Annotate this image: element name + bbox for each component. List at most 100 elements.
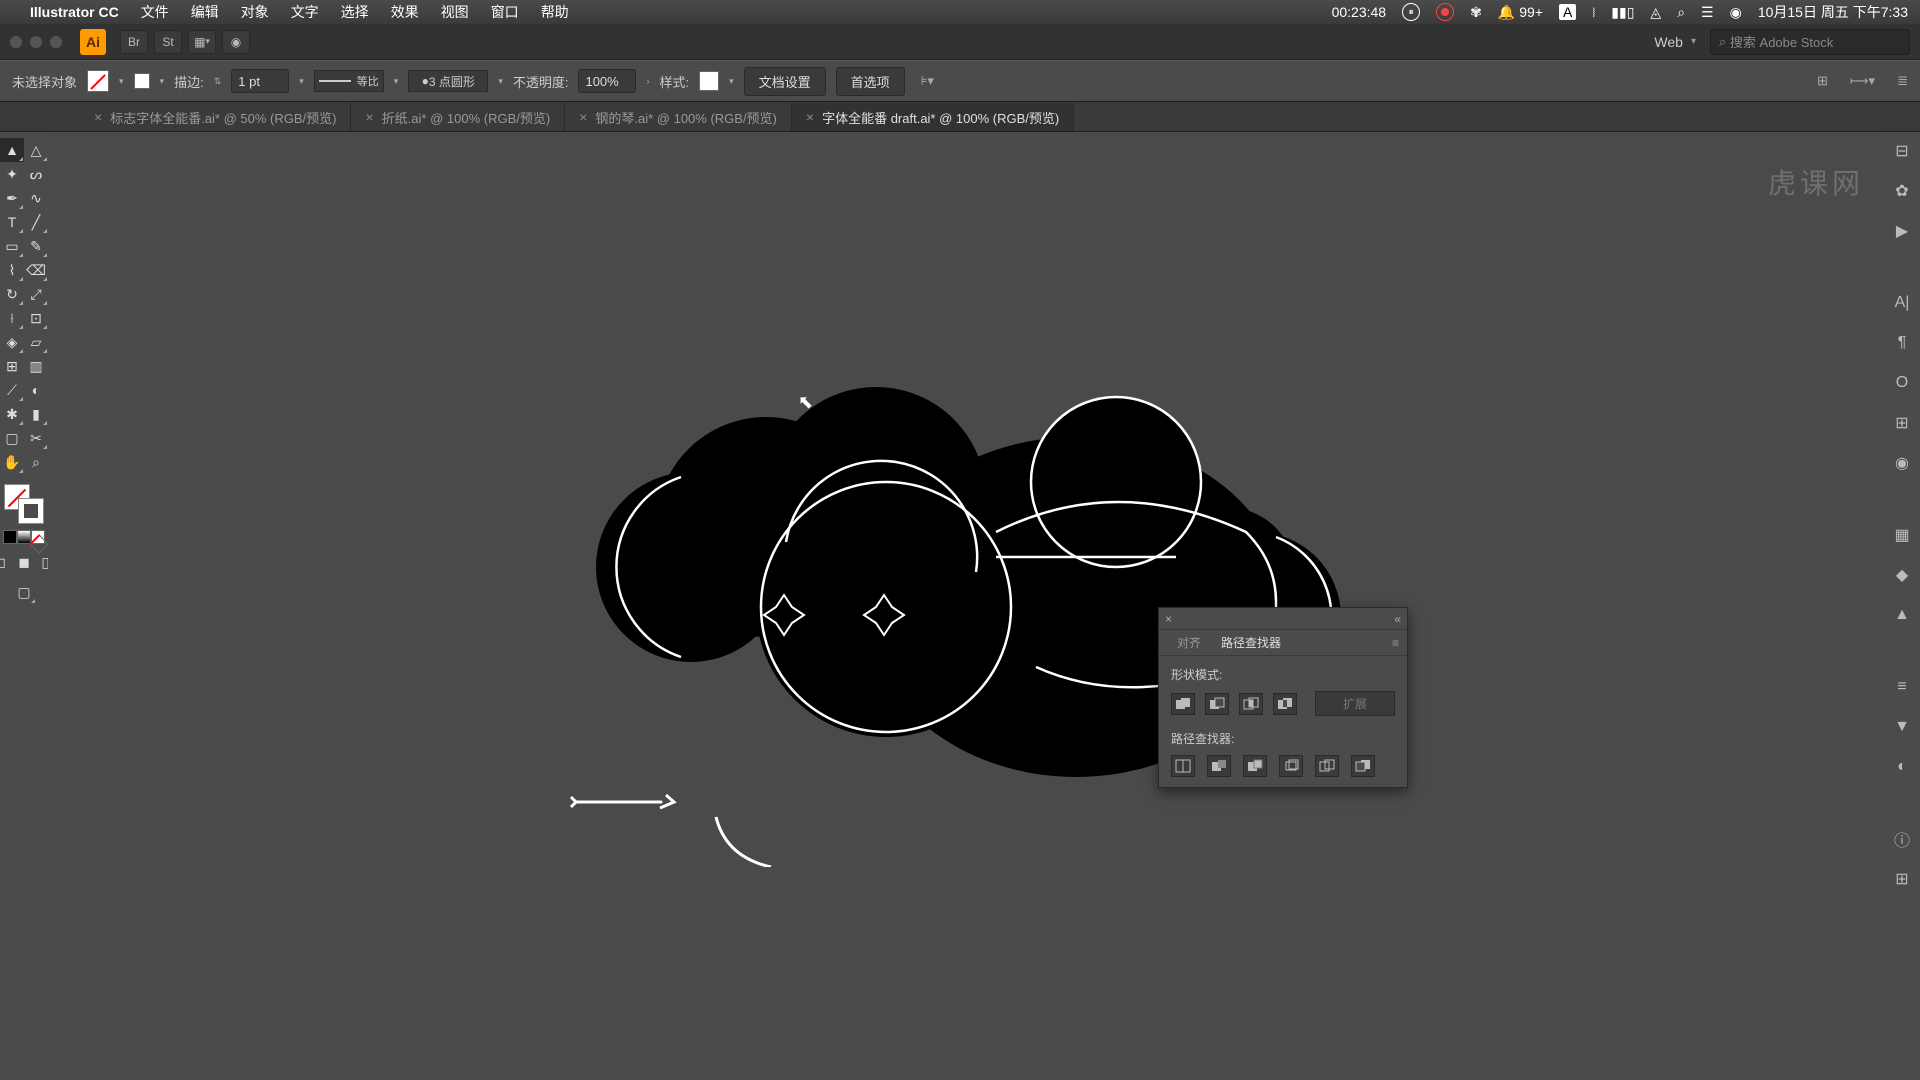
minus-front-button[interactable] [1205,693,1229,715]
type-tool[interactable]: T [0,210,24,234]
libraries-panel-icon[interactable]: ✿ [1891,180,1913,202]
close-icon[interactable]: × [806,109,814,125]
magic-wand-tool[interactable]: ✦ [0,162,24,186]
minus-back-button[interactable] [1351,755,1375,777]
properties-panel-icon[interactable]: ⊟ [1891,140,1913,162]
rotate-tool[interactable]: ↻ [0,282,24,306]
paintbrush-tool[interactable]: ✎ [24,234,48,258]
eyedropper-tool[interactable]: ⟋ [0,378,24,402]
outline-button[interactable] [1315,755,1339,777]
character-panel-icon[interactable]: A| [1891,292,1913,314]
shape-builder-tool[interactable]: ◈ [0,330,24,354]
notification-center-icon[interactable]: 🔔99+ [1498,4,1543,21]
siri-icon[interactable]: ◉ [1730,4,1742,21]
app-name[interactable]: Illustrator CC [30,4,119,20]
wechat-icon[interactable]: ✾ [1470,4,1482,21]
document-tab[interactable]: ×钢的琴.ai* @ 100% (RGB/预览) [565,103,792,131]
scale-tool[interactable]: ⤢ [24,282,48,306]
document-tab[interactable]: ×折纸.ai* @ 100% (RGB/预览) [351,103,565,131]
bluetooth-icon[interactable]: ⧘ [1592,4,1595,21]
tab-align[interactable]: 对齐 [1167,634,1211,651]
merge-button[interactable] [1243,755,1267,777]
close-icon[interactable]: × [579,109,587,125]
brush-definition[interactable]: 等比 [314,70,384,92]
tab-pathfinder[interactable]: 路径查找器 [1211,634,1291,651]
close-icon[interactable]: × [365,109,373,125]
perspective-tool[interactable]: ▱ [24,330,48,354]
actions-panel-icon[interactable]: ▶ [1891,220,1913,242]
control-center-icon[interactable]: ☰ [1701,4,1714,21]
align-to-icon[interactable]: ⊧▾ [921,73,934,89]
gpu-preview-button[interactable]: ◉ [222,30,250,54]
menu-file[interactable]: 文件 [141,2,169,22]
gradient-tool[interactable]: ▥ [24,354,48,378]
record-record-icon[interactable] [1436,3,1454,21]
selection-tool[interactable]: ▲ [0,138,24,162]
document-setup-button[interactable]: 文档设置 [744,67,826,96]
intersect-button[interactable] [1239,693,1263,715]
stock-button[interactable]: St [154,30,182,54]
color-guide-panel-icon[interactable]: ◆ [1891,564,1913,586]
battery-icon[interactable]: ▮▮▯ [1611,4,1634,21]
pathfinder-panel[interactable]: × « 对齐 路径查找器 ≡ 形状模式: 扩展 路径查找器: [1158,607,1408,788]
window-traffic-lights[interactable] [10,36,62,48]
zoom-tool[interactable]: ⌕ [24,450,48,474]
clock[interactable]: 10月15日 周五 下午7:33 [1758,2,1908,22]
preferences-button[interactable]: 首选项 [836,67,905,96]
transform-panel-icon[interactable]: ⊞ [1817,73,1828,89]
swatches-panel-icon[interactable]: ▦ [1891,524,1913,546]
menu-edit[interactable]: 编辑 [191,2,219,22]
isolate-icon[interactable]: ⟼▾ [1850,73,1875,89]
canvas[interactable]: 虎课网 [48,132,1884,1080]
mesh-tool[interactable]: ⊞ [0,354,24,378]
width-tool[interactable]: ⟊ [0,306,24,330]
unite-button[interactable] [1171,693,1195,715]
free-transform-tool[interactable]: ⊡ [24,306,48,330]
stroke-weight-input[interactable] [231,69,289,93]
panel-menu-icon[interactable]: ≡ [1392,636,1399,650]
graphic-style-swatch[interactable] [699,71,719,91]
shaper-tool[interactable]: ⌇ [0,258,24,282]
opacity-more-icon[interactable]: › [646,76,649,86]
rectangle-tool[interactable]: ▭ [0,234,24,258]
panel-close-icon[interactable]: × [1165,612,1172,626]
hand-tool[interactable]: ✋ [0,450,24,474]
fill-stroke-control[interactable] [4,484,44,524]
stroke-swatch[interactable] [134,73,150,89]
symbol-sprayer-tool[interactable]: ✱ [0,402,24,426]
opentype-panel-icon[interactable]: O [1891,372,1913,394]
transparency-panel-icon[interactable]: ◐ [1891,756,1913,778]
trim-button[interactable] [1207,755,1231,777]
line-tool[interactable]: ╱ [24,210,48,234]
lasso-tool[interactable]: ᔕ [24,162,48,186]
eraser-tool[interactable]: ⌫ [24,258,48,282]
symbols-panel-icon[interactable]: ▲ [1891,604,1913,626]
input-source-icon[interactable]: A [1559,4,1576,20]
draw-normal[interactable]: ◻ [0,550,12,574]
spotlight-icon[interactable]: ⌕ [1677,4,1685,21]
record-pause-icon[interactable]: ⏸ [1402,3,1420,21]
stepper-icon[interactable]: ⇅ [214,76,222,87]
gradient-panel-icon[interactable]: ▼ [1891,716,1913,738]
menu-view[interactable]: 视图 [441,2,469,22]
curvature-tool[interactable]: ∿ [24,186,48,210]
opacity-input[interactable] [578,69,636,93]
info-panel-icon[interactable]: ⓘ [1891,828,1913,850]
direct-selection-tool[interactable]: △ [24,138,48,162]
artboard-tool[interactable]: ▢ [0,426,24,450]
expand-button[interactable]: 扩展 [1315,691,1395,716]
close-icon[interactable]: × [94,109,102,125]
menu-help[interactable]: 帮助 [541,2,569,22]
menu-object[interactable]: 对象 [241,2,269,22]
screen-mode[interactable]: ▢ [12,580,36,604]
stroke-color[interactable] [18,498,44,524]
bridge-button[interactable]: Br [120,30,148,54]
document-tab[interactable]: ×字体全能番 draft.ai* @ 100% (RGB/预览) [792,103,1074,131]
arrange-docs-button[interactable]: ▦ ▾ [188,30,216,54]
appearance-panel-icon[interactable]: ◉ [1891,452,1913,474]
paragraph-panel-icon[interactable]: ¶ [1891,332,1913,354]
color-mode-buttons[interactable] [3,530,45,544]
menu-select[interactable]: 选择 [341,2,369,22]
crop-button[interactable] [1279,755,1303,777]
panel-collapse-icon[interactable]: « [1394,612,1401,626]
